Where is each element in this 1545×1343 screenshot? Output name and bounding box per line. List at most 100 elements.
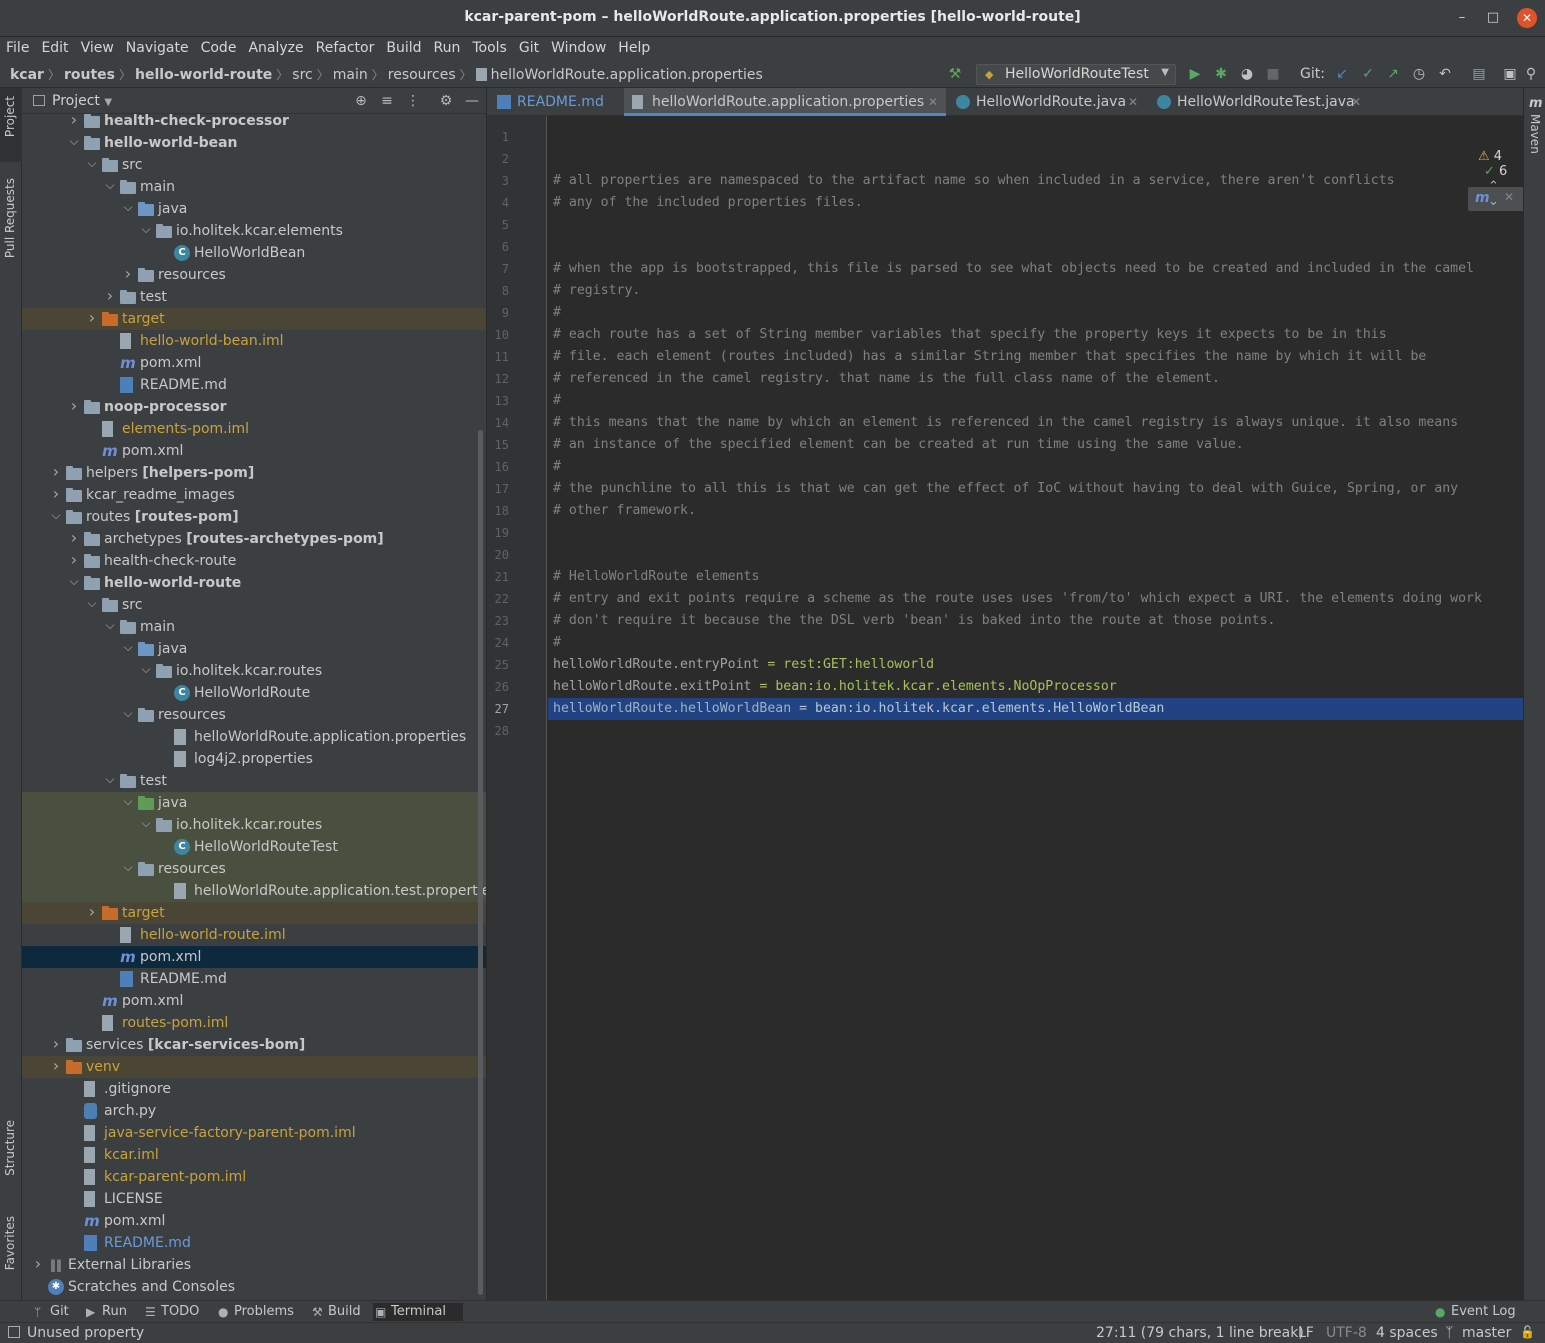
menu-refactor[interactable]: Refactor xyxy=(310,37,381,61)
chevron-down-icon[interactable]: ⌵ xyxy=(104,174,116,196)
tab-favorites[interactable]: Favorites xyxy=(3,1216,17,1270)
tree-item[interactable]: .gitignore xyxy=(22,1078,486,1100)
close-tab-icon[interactable]: ✕ xyxy=(928,88,938,116)
tree-item[interactable]: › venv xyxy=(22,1056,486,1078)
hide-panel-icon[interactable]: — xyxy=(463,92,481,110)
run-icon[interactable]: ▶ xyxy=(1186,65,1204,83)
git-update-icon[interactable]: ↙ xyxy=(1333,65,1351,83)
chevron-down-icon[interactable]: ⌵ xyxy=(50,504,62,526)
tree-item[interactable]: ⌵ hello-world-route xyxy=(22,572,486,594)
tree-item[interactable]: › resources xyxy=(22,264,486,286)
chevron-down-icon[interactable]: ⌵ xyxy=(86,592,98,614)
menu-view[interactable]: View xyxy=(75,37,120,61)
tree-item[interactable]: ⌵ hello-world-bean xyxy=(22,130,486,154)
chevron-right-icon[interactable]: › xyxy=(104,285,116,307)
chevron-right-icon[interactable]: › xyxy=(86,901,98,923)
chevron-right-icon[interactable]: › xyxy=(32,1253,44,1275)
presentation-icon[interactable]: ▣ xyxy=(1501,65,1519,83)
tree-item[interactable]: README.md xyxy=(22,1232,486,1254)
tree-item[interactable]: ⌵ main xyxy=(22,616,486,638)
tree-item[interactable]: › health-check-processor xyxy=(22,109,486,132)
tree-item[interactable]: ✱ Scratches and Consoles xyxy=(22,1276,486,1298)
chevron-right-icon[interactable]: › xyxy=(68,549,80,571)
tree-scrollbar[interactable] xyxy=(478,430,483,1295)
chevron-right-icon[interactable]: › xyxy=(68,527,80,549)
chevron-down-icon[interactable]: ⌵ xyxy=(122,636,134,658)
tree-item[interactable]: ⌵ test xyxy=(22,770,486,792)
tree-item[interactable]: C HelloWorldBean xyxy=(22,242,486,264)
tree-item[interactable]: java-service-factory-parent-pom.iml xyxy=(22,1122,486,1144)
toolwindow-problems[interactable]: ● Problems xyxy=(216,1303,306,1321)
chevron-down-icon[interactable]: ⌵ xyxy=(140,658,152,680)
close-tab-icon[interactable]: ✕ xyxy=(1128,88,1138,116)
file-encoding[interactable]: UTF-8 xyxy=(1326,1325,1367,1341)
chevron-down-icon[interactable]: ⌵ xyxy=(122,196,134,218)
tree-item[interactable]: › archetypes [routes-archetypes-pom] xyxy=(22,527,486,550)
tree-item[interactable]: › ‖‖ External Libraries xyxy=(22,1253,486,1276)
tree-item[interactable]: › target xyxy=(22,307,486,330)
indent-setting[interactable]: 4 spaces xyxy=(1376,1325,1438,1341)
tree-item[interactable]: › health-check-route xyxy=(22,549,486,572)
menu-code[interactable]: Code xyxy=(195,37,243,61)
tree-item[interactable]: ⌵ routes [routes-pom] xyxy=(22,504,486,528)
tree-item[interactable]: › test xyxy=(22,285,486,308)
toolwindow-todo[interactable]: ☰ TODO xyxy=(143,1303,211,1321)
tree-item[interactable]: C HelloWorldRoute xyxy=(22,682,486,704)
tree-item[interactable]: m pom.xml xyxy=(22,990,486,1012)
close-window-button[interactable]: ✕ xyxy=(1517,8,1537,28)
tree-item[interactable]: ⌵ java xyxy=(22,636,486,660)
tree-item[interactable]: ⌵ main xyxy=(22,174,486,198)
tab-pull-requests[interactable]: Pull Requests xyxy=(3,178,17,258)
tree-item[interactable]: › noop-processor xyxy=(22,395,486,418)
tree-item[interactable]: ⌵ java xyxy=(22,790,486,814)
editor-tab[interactable]: helloWorldRoute.application.properties ✕ xyxy=(624,88,946,116)
project-structure-icon[interactable]: ▤ xyxy=(1470,65,1488,83)
tree-item[interactable]: › target xyxy=(22,901,486,924)
minimize-button[interactable]: – xyxy=(1452,8,1472,28)
tree-item[interactable]: README.md xyxy=(22,968,486,990)
tree-item[interactable]: arch.py xyxy=(22,1100,486,1122)
coverage-icon[interactable]: ◕ xyxy=(1238,65,1256,83)
tree-item[interactable]: ⌵ src xyxy=(22,592,486,616)
tree-item[interactable]: ⌵ io.holitek.kcar.routes xyxy=(22,658,486,682)
tree-item[interactable]: ⌵ java xyxy=(22,196,486,220)
run-config-select[interactable]: ◆ HelloWorldRouteTest ▼ xyxy=(976,64,1176,85)
tree-item[interactable]: C HelloWorldRouteTest xyxy=(22,836,486,858)
chevron-right-icon[interactable]: › xyxy=(50,483,62,505)
git-commit-icon[interactable]: ✓ xyxy=(1359,65,1377,83)
breadcrumb-item[interactable]: hello-world-route xyxy=(135,67,272,83)
tab-structure[interactable]: Structure xyxy=(3,1120,17,1176)
chevron-right-icon[interactable]: › xyxy=(86,307,98,329)
chevron-down-icon[interactable]: ⌵ xyxy=(122,790,134,812)
menu-edit[interactable]: Edit xyxy=(35,37,74,61)
project-panel-title[interactable]: Project ▼ xyxy=(52,93,112,109)
breadcrumb-item[interactable]: src xyxy=(292,67,312,83)
chevron-down-icon[interactable]: ⌵ xyxy=(122,856,134,878)
tree-item[interactable]: › services [kcar-services-bom] xyxy=(22,1034,486,1056)
tree-item[interactable]: m pom.xml xyxy=(22,1210,486,1232)
breadcrumb-item[interactable]: main xyxy=(333,67,368,83)
chevron-down-icon[interactable]: ⌵ xyxy=(122,702,134,724)
expand-all-icon[interactable]: ≡ xyxy=(378,92,396,110)
collapse-all-icon[interactable]: ⋮ xyxy=(404,92,422,110)
tree-item[interactable]: ⌵ resources xyxy=(22,702,486,726)
chevron-right-icon[interactable]: › xyxy=(68,395,80,417)
menu-build[interactable]: Build xyxy=(380,37,427,61)
git-push-icon[interactable]: ↗ xyxy=(1384,65,1402,83)
debug-icon[interactable]: ✱ xyxy=(1212,65,1230,83)
locate-icon[interactable]: ⊕ xyxy=(352,92,370,110)
close-tab-icon[interactable]: ✕ xyxy=(1351,88,1361,116)
chevron-down-icon[interactable]: ⌵ xyxy=(68,130,80,152)
breadcrumb-item[interactable]: routes xyxy=(64,67,115,83)
caret-position[interactable]: 27:11 (79 chars, 1 line break) xyxy=(1096,1325,1304,1341)
tree-item[interactable]: ⌵ resources xyxy=(22,856,486,880)
toolwindow-terminal[interactable]: ▣ Terminal xyxy=(373,1303,463,1321)
chevron-right-icon[interactable]: › xyxy=(68,109,80,131)
tree-item[interactable]: kcar-parent-pom.iml xyxy=(22,1166,486,1188)
git-rollback-icon[interactable]: ↶ xyxy=(1436,65,1454,83)
toolwindow-run[interactable]: ▶ Run xyxy=(84,1303,142,1321)
tree-item[interactable]: helloWorldRoute.application.test.propert… xyxy=(22,880,486,902)
tree-item[interactable]: README.md xyxy=(22,374,486,396)
menu-file[interactable]: File xyxy=(0,37,35,61)
menu-window[interactable]: Window xyxy=(545,37,612,61)
